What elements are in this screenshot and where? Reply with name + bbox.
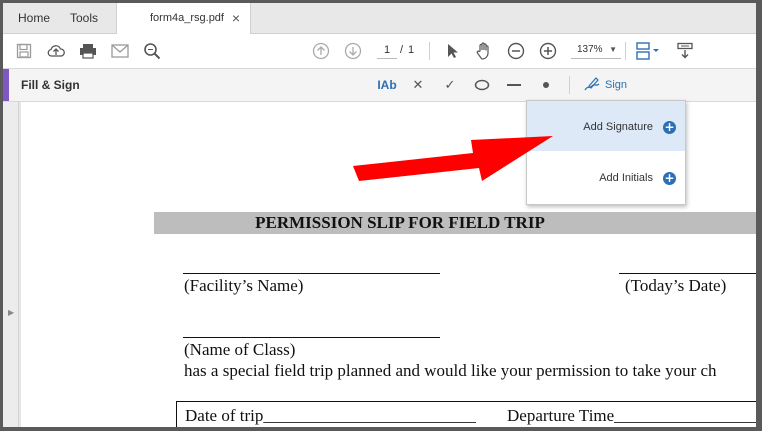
tab-bar: Home Tools form4a_rsg.pdf ×: [3, 3, 756, 34]
main-toolbar: 1 / 1 137% ▼: [3, 34, 756, 69]
line-tool[interactable]: [503, 74, 525, 96]
facility-name-label: (Facility’s Name): [184, 276, 304, 295]
tab-home[interactable]: Home: [18, 3, 50, 33]
zoom-out-icon[interactable]: [505, 40, 527, 62]
select-cursor-icon[interactable]: [441, 40, 463, 62]
email-icon[interactable]: [109, 40, 131, 62]
pen-icon: [583, 76, 601, 95]
fill-sign-title: Fill & Sign: [21, 78, 80, 92]
departure-time-field[interactable]: Departure Time_____________________: [507, 406, 756, 426]
add-text-tool[interactable]: IAb: [375, 74, 399, 96]
add-signature-plus-icon[interactable]: +: [663, 121, 676, 134]
expand-panel-icon[interactable]: ▶: [8, 308, 14, 317]
checkmark-tool[interactable]: ✓: [439, 74, 461, 96]
document-tab-label: form4a_rsg.pdf: [150, 12, 224, 24]
search-icon[interactable]: [141, 40, 163, 62]
current-page-input[interactable]: 1: [377, 42, 397, 59]
zoom-value: 137%: [577, 44, 603, 55]
page-down-icon[interactable]: [342, 40, 364, 62]
todays-date-label: (Today’s Date): [625, 276, 727, 295]
ellipse-tool[interactable]: [471, 74, 493, 96]
add-initials-label: Add Initials: [599, 172, 653, 184]
page-up-icon[interactable]: [310, 40, 332, 62]
class-name-line[interactable]: [183, 337, 440, 338]
form-heading: PERMISSION SLIP FOR FIELD TRIP: [255, 213, 545, 232]
left-panel-rail[interactable]: ▶: [3, 102, 19, 427]
chevron-down-icon: ▼: [609, 45, 617, 54]
sign-menu: Add Signature + Add Initials +: [526, 100, 686, 205]
add-initials-plus-icon[interactable]: +: [663, 172, 676, 185]
close-tab-icon[interactable]: ×: [232, 3, 240, 33]
scroll-mode-icon[interactable]: [674, 40, 696, 62]
todays-date-line[interactable]: [619, 273, 756, 274]
save-icon[interactable]: [13, 40, 35, 62]
sign-button[interactable]: Sign: [583, 74, 627, 96]
permission-sentence: has a special field trip planned and wou…: [184, 361, 717, 380]
total-pages: 1: [408, 44, 415, 56]
print-icon[interactable]: [77, 40, 99, 62]
zoom-in-icon[interactable]: [537, 40, 559, 62]
date-of-trip-field[interactable]: Date of trip_________________________: [185, 406, 476, 426]
menu-item-add-initials[interactable]: Add Initials +: [527, 152, 685, 202]
page-view-icon[interactable]: [633, 40, 663, 62]
trip-details-table: Date of trip_________________________ De…: [176, 401, 756, 427]
dot-tool[interactable]: [535, 74, 557, 96]
fill-sign-accent: [3, 69, 9, 101]
class-name-label: (Name of Class): [184, 340, 296, 359]
cross-mark-tool[interactable]: ✕: [407, 74, 429, 96]
sign-label: Sign: [605, 79, 628, 91]
fill-sign-divider: [569, 76, 570, 94]
tab-tools[interactable]: Tools: [70, 3, 98, 33]
facility-name-line[interactable]: [183, 273, 440, 274]
add-signature-label: Add Signature: [583, 121, 653, 133]
app-window: Home Tools form4a_rsg.pdf × 1 / 1 137% ▼…: [3, 3, 756, 427]
tab-document[interactable]: form4a_rsg.pdf ×: [116, 3, 251, 34]
toolbar-divider: [429, 42, 430, 60]
zoom-select[interactable]: 137% ▼: [571, 42, 621, 59]
toolbar-divider: [625, 42, 626, 60]
upload-icon[interactable]: [45, 40, 67, 62]
page-separator: /: [400, 44, 404, 56]
fill-sign-toolbar: Fill & Sign IAb ✕ ✓ Sign: [3, 69, 756, 102]
menu-item-add-signature[interactable]: Add Signature +: [527, 101, 685, 151]
hand-icon[interactable]: [473, 40, 495, 62]
